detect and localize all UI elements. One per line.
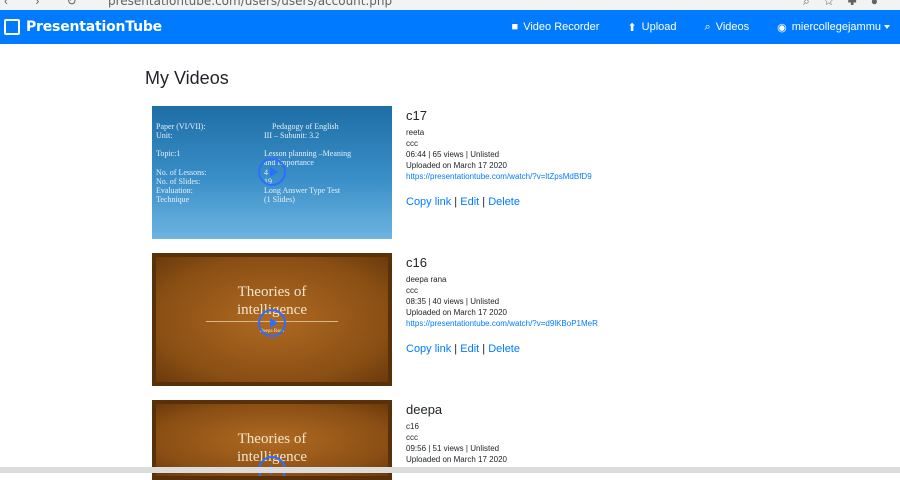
video-info: deepa c16 ccc 09:56 | 51 views | Unliste… (406, 400, 726, 465)
slide-text: Evaluation: (156, 186, 193, 195)
slide-text: Paper (VI/VII): (156, 122, 206, 131)
browser-chrome: ‹ › ↻ presentationtube.com/users/users/a… (0, 0, 900, 10)
upload-icon: ⬆ (627, 21, 637, 34)
chevron-down-icon (884, 25, 890, 29)
video-stats: 09:56 | 51 views | Unlisted (406, 444, 500, 453)
video-info: c17 reeta ccc 06:44 | 65 views | Unliste… (406, 106, 726, 208)
nav-upload[interactable]: ⬆ Upload (627, 21, 676, 34)
delete-button[interactable]: Delete (488, 343, 520, 355)
user-circle-icon: ◉ (777, 21, 787, 34)
video-actions: Copy link | Edit | Delete (406, 343, 520, 355)
top-navbar: PresentationTube ■ Video Recorder ⬆ Uplo… (0, 10, 900, 44)
video-author: reeta (406, 128, 425, 137)
nav-user-label: miercollegejammu (791, 21, 881, 33)
slide-text: Pedagogy of English (272, 122, 339, 131)
nav-videos[interactable]: ⌕ Videos (705, 21, 750, 34)
nav-videos-label: Videos (715, 21, 750, 33)
edit-button[interactable]: Edit (460, 343, 479, 355)
slide-title: Theories of (237, 431, 307, 447)
edit-button[interactable]: Edit (460, 196, 479, 208)
slide-text: Technique (156, 195, 190, 204)
slide-text: No. of Slides: (156, 177, 201, 186)
slide-text: Topic:1 (156, 149, 181, 158)
copy-link-button[interactable]: Copy link (406, 196, 451, 208)
video-actions: Copy link | Edit | Delete (406, 196, 520, 208)
nav-video-recorder[interactable]: ■ Video Recorder (512, 21, 600, 33)
slide-text: Lesson planning –Meaning (264, 149, 352, 158)
presentation-screen-icon (4, 19, 20, 35)
video-title[interactable]: deepa (406, 402, 726, 417)
delete-button[interactable]: Delete (488, 196, 520, 208)
slide-text: Long Answer Type Test (264, 186, 341, 195)
slide-text: III – Subunit: 3.2 (264, 131, 320, 140)
video-title[interactable]: c17 (406, 108, 726, 123)
slide-text: No. of Lessons: (156, 168, 207, 177)
video-upload-date: Uploaded on March 17 2020 (406, 161, 507, 170)
play-icon[interactable] (258, 309, 286, 337)
nav-items: ■ Video Recorder ⬆ Upload ⌕ Videos ◉ mie… (484, 10, 890, 44)
video-upload-date: Uploaded on March 17 2020 (406, 308, 507, 317)
video-category: ccc (406, 286, 418, 295)
browser-action-icons[interactable]: ⌕☆✚● (803, 0, 892, 9)
brand-link[interactable]: PresentationTube (4, 19, 162, 35)
video-url[interactable]: https://presentationtube.com/watch/?v=d9… (406, 318, 726, 329)
brand-name: PresentationTube (26, 19, 162, 35)
address-bar[interactable]: presentationtube.com/users/users/account… (108, 0, 392, 8)
browser-nav-icons[interactable]: ‹ › ↻ (4, 0, 89, 8)
video-stats: 08:35 | 40 views | Unlisted (406, 297, 500, 306)
nav-video-recorder-label: Video Recorder (523, 21, 600, 33)
page-title: My Videos (145, 68, 229, 88)
video-camera-icon: ■ (511, 21, 519, 33)
video-category: ccc (406, 433, 418, 442)
search-icon: ⌕ (704, 20, 711, 33)
video-title[interactable]: c16 (406, 255, 726, 270)
video-thumbnail[interactable]: Theories of intelligence Deepa Rana (152, 253, 392, 386)
video-author: deepa rana (406, 275, 447, 284)
video-url[interactable]: https://presentationtube.com/watch/?v=lt… (406, 171, 726, 182)
slide-text: (1 Slides) (264, 195, 295, 204)
video-thumbnail[interactable]: Paper (VI/VII): Pedagogy of English Unit… (152, 106, 392, 239)
video-author: c16 (406, 422, 419, 431)
video-stats: 06:44 | 65 views | Unlisted (406, 150, 500, 159)
nav-user-menu[interactable]: ◉ miercollegejammu (777, 21, 890, 34)
nav-upload-label: Upload (641, 21, 677, 33)
slide-title: Theories of (237, 284, 307, 300)
video-info: c16 deepa rana ccc 08:35 | 40 views | Un… (406, 253, 726, 355)
horizontal-scrollbar[interactable] (0, 467, 900, 473)
copy-link-button[interactable]: Copy link (406, 343, 451, 355)
video-upload-date: Uploaded on March 17 2020 (406, 455, 507, 464)
play-icon[interactable] (258, 158, 286, 186)
slide-text: Unit: (156, 131, 173, 140)
video-category: ccc (406, 139, 418, 148)
